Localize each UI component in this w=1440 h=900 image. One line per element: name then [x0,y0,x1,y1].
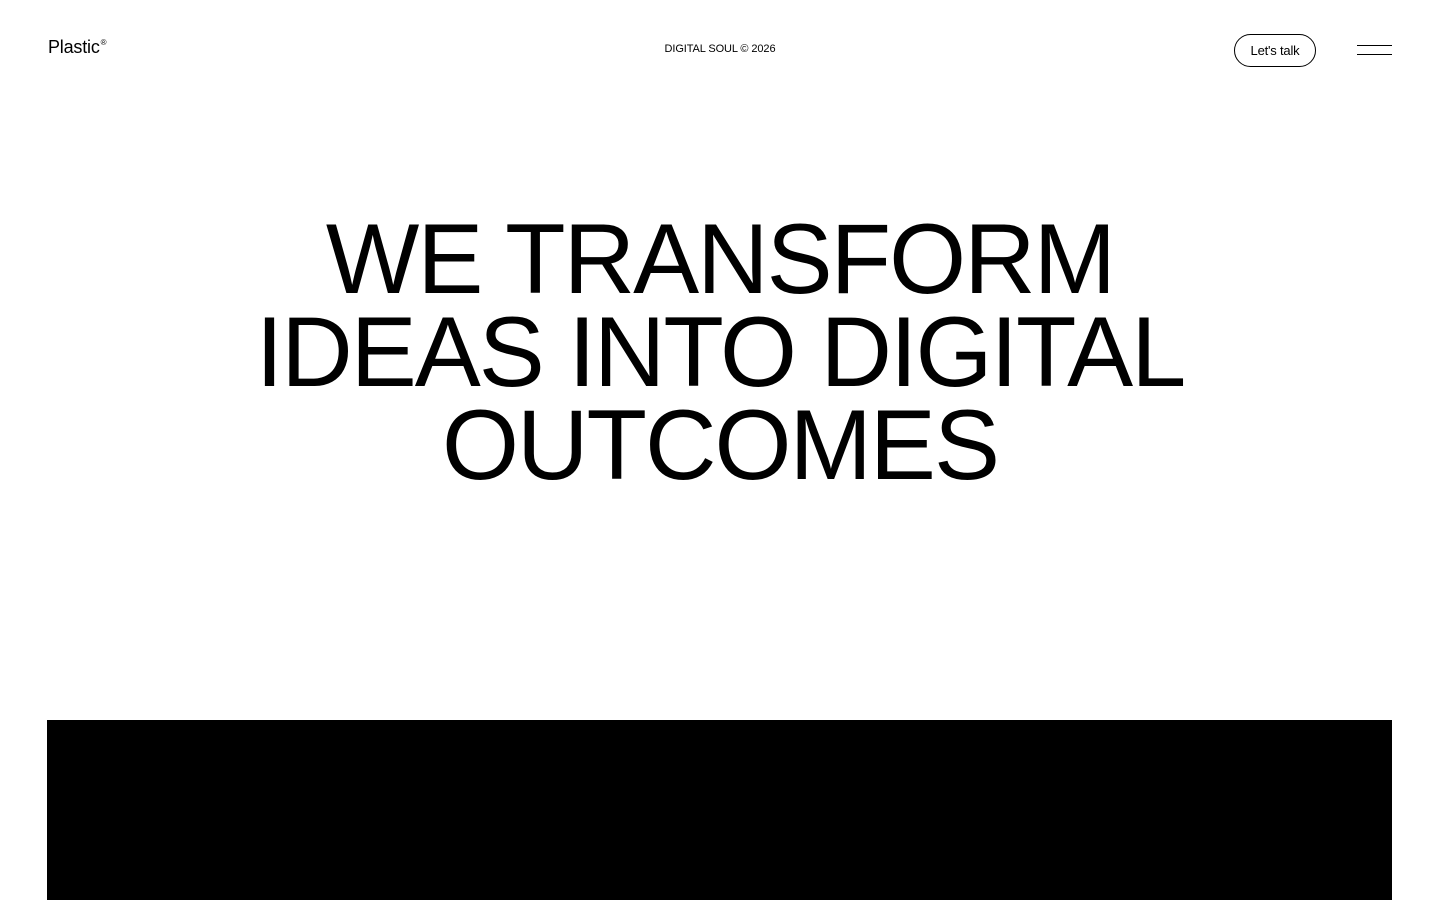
hero-line-1: WE TRANSFORM [325,203,1116,314]
hero-line-2: IDEAS INTO DIGITAL [255,296,1187,407]
hero-media-block [47,720,1392,900]
menu-button[interactable] [1354,38,1394,62]
hero-line-3: OUTCOMES [441,389,1000,500]
hero-headline: WE TRANSFORM IDEAS INTO DIGITAL OUTCOMES [0,203,1440,500]
header-tagline: DIGITAL SOUL © 2026 [664,43,776,55]
site-header: Plastic ® DIGITAL SOUL © 2026 Let's talk [0,0,1440,100]
lets-talk-button[interactable]: Let's talk [1234,34,1316,67]
